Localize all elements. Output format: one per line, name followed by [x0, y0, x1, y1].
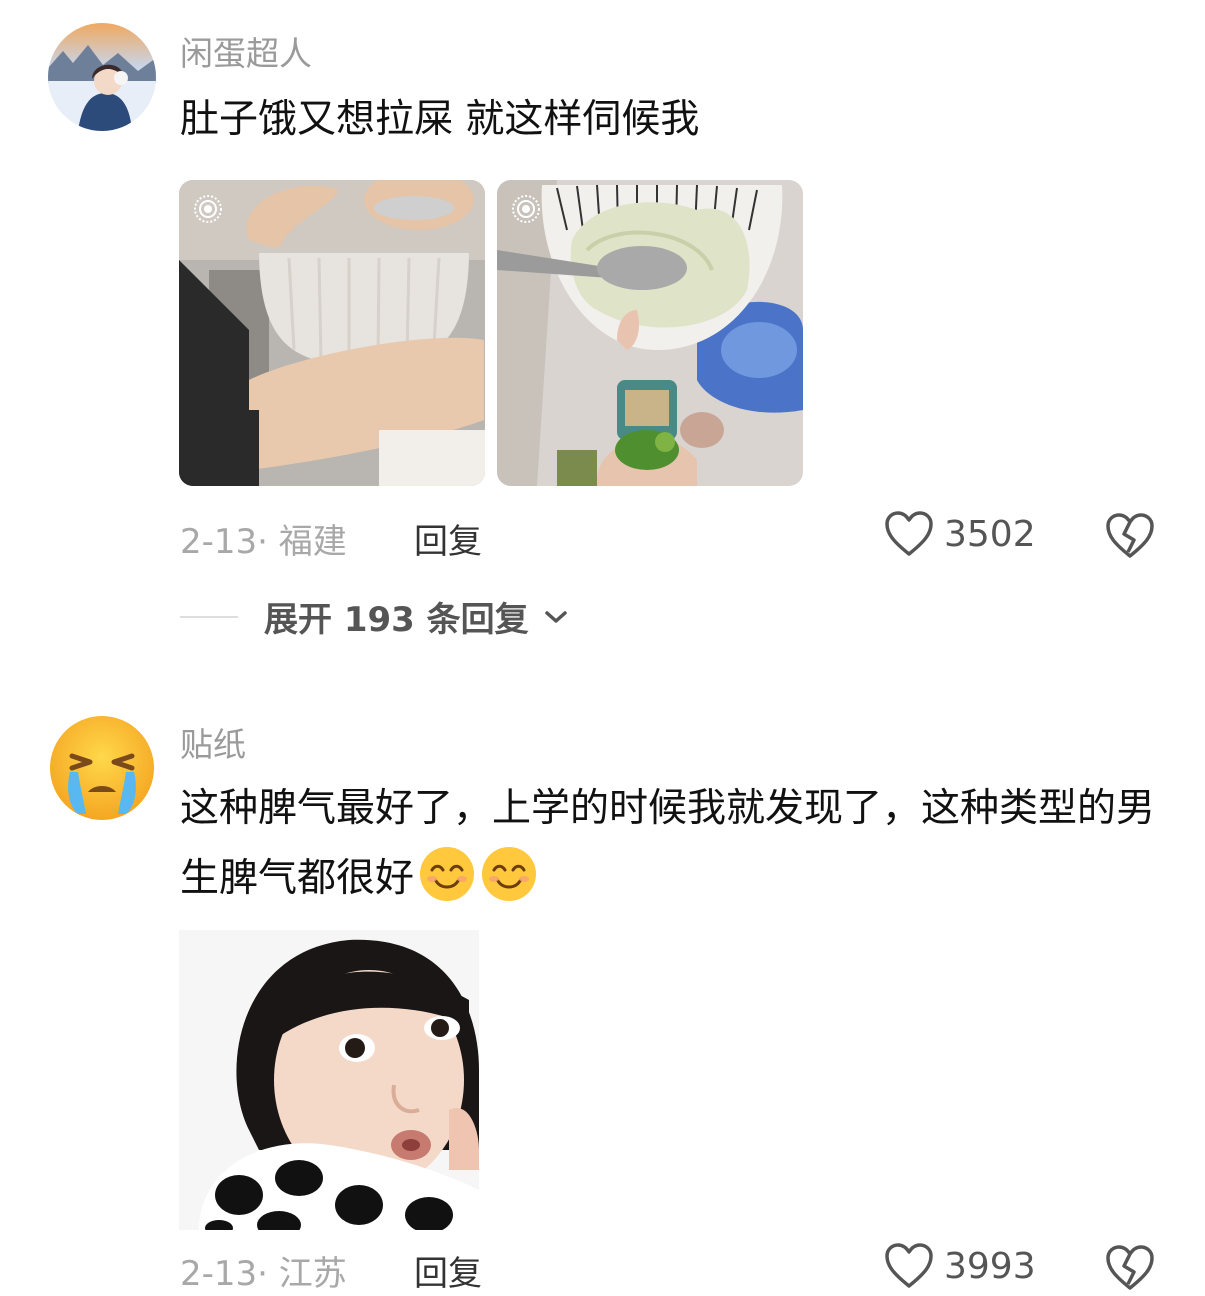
avatar[interactable]	[48, 23, 156, 131]
like-count: 3993	[944, 1245, 1036, 1287]
comment-image[interactable]	[497, 180, 803, 486]
smile-emoji-icon	[420, 847, 475, 901]
like-button[interactable]: 3993	[884, 1242, 1036, 1290]
comment-image[interactable]	[179, 930, 479, 1230]
crying-emoji-icon[interactable]	[48, 714, 156, 822]
expand-replies-label: 展开 193 条回复	[264, 600, 529, 640]
comment-date-location: 2-13· 江苏	[180, 1254, 347, 1294]
comment-text: 肚子饿又想拉屎 就这样伺候我	[180, 97, 700, 142]
username[interactable]: 闲蛋超人	[180, 27, 312, 75]
like-count: 3502	[944, 513, 1036, 555]
comment-text-body: 这种脾气最好了，上学的时候我就发现了，这种类型的男生脾气都很好	[180, 786, 1156, 901]
heart-outline-icon	[885, 511, 933, 556]
comment-text: 这种脾气最好了，上学的时候我就发现了，这种类型的男生脾气都很好	[180, 774, 1170, 914]
reply-button[interactable]: 回复	[414, 514, 482, 563]
comment-item: 闲蛋超人 肚子饿又想拉屎 就这样伺候我 2-13· 福建 回复 3502 展开 …	[0, 0, 1205, 690]
like-button[interactable]: 3502	[884, 510, 1036, 558]
reply-button[interactable]: 回复	[414, 1246, 482, 1295]
divider	[180, 615, 238, 618]
heart-broken-icon[interactable]	[1104, 1244, 1156, 1292]
live-photo-icon	[511, 194, 541, 224]
comment-item: 贴纸 这种脾气最好了，上学的时候我就发现了，这种类型的男生脾气都很好 2-13·…	[0, 690, 1205, 1294]
live-photo-icon	[193, 194, 223, 224]
username[interactable]: 贴纸	[180, 718, 246, 766]
smile-emoji-icon	[482, 847, 537, 901]
comment-image[interactable]	[179, 180, 485, 486]
heart-outline-icon	[885, 1243, 933, 1288]
comment-date-location: 2-13· 福建	[180, 522, 347, 562]
expand-replies[interactable]: 展开 193 条回复	[180, 592, 569, 641]
heart-broken-icon[interactable]	[1104, 512, 1156, 560]
chevron-down-icon	[544, 610, 567, 623]
